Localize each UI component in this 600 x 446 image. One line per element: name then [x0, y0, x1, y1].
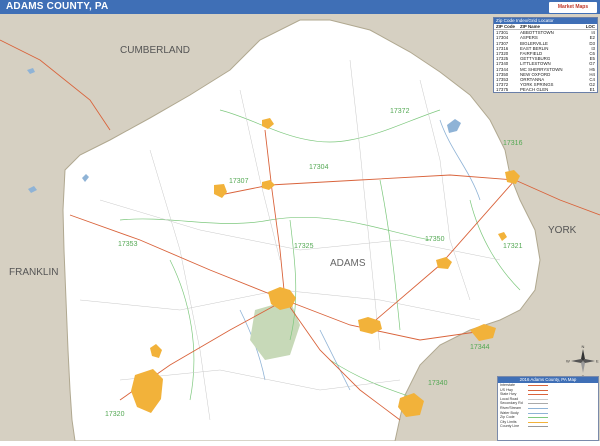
- map-key-swatch: [528, 417, 548, 419]
- zip-label-17350: 17350: [425, 236, 445, 243]
- col-loc: LOC: [585, 24, 595, 29]
- map-key-row: County Line: [498, 424, 598, 429]
- col-zip-code: ZIP Code: [496, 24, 515, 29]
- map-key-label: County Line: [500, 424, 520, 429]
- map-key-swatch: [528, 407, 548, 409]
- zip-code-cell: 17375: [496, 87, 509, 93]
- zip-label-17304: 17304: [309, 164, 329, 171]
- map-key-swatch: [528, 389, 548, 391]
- zip-label-17340: 17340: [428, 380, 448, 387]
- zip-label-17320: 17320: [105, 411, 125, 418]
- brand-logo: Market Maps: [549, 2, 597, 13]
- map-key-swatch: [528, 412, 548, 414]
- zip-index-rows: 17301 ABBOTTSTOWN I4 17304 ASPERS E2 17307 BIGL…: [494, 30, 597, 92]
- map-title: ADAMS COUNTY, PA: [6, 1, 109, 12]
- zip-label-17372: 17372: [390, 108, 410, 115]
- col-zip-name: ZIP Name: [520, 24, 540, 29]
- map-key-swatch: [528, 394, 548, 396]
- map-key-swatch: [528, 385, 548, 386]
- zip-label-17316: 17316: [503, 140, 523, 147]
- zip-label-17344: 17344: [470, 344, 490, 351]
- map-key-rows: Interstate US Hwy State Hwy Local Road Secon…: [498, 383, 598, 429]
- zip-loc-cell: E1: [589, 87, 595, 93]
- map-key-label: Secondary Rd: [500, 401, 523, 406]
- map-key-swatch: [528, 426, 548, 428]
- zip-label-17307: 17307: [229, 178, 249, 185]
- map-key-swatch: [528, 398, 548, 400]
- map-key-label: Zip Code: [500, 415, 515, 420]
- map-key-swatch: [528, 403, 548, 405]
- map-key-label: River/Stream: [500, 405, 521, 410]
- title-bar: ADAMS COUNTY, PA: [0, 0, 600, 14]
- zip-label-17321: 17321: [503, 243, 523, 250]
- zip-name-cell: PEACH GLEN: [520, 87, 549, 93]
- zip-label-17353: 17353: [118, 241, 138, 248]
- map-key-label: City Limits: [500, 419, 517, 424]
- zip-index-legend: Zip Code Index/Grid Locator ZIP Code ZIP…: [493, 17, 598, 93]
- compass-n: N: [582, 344, 585, 349]
- zip-label-17325: 17325: [294, 243, 314, 250]
- label-adams: ADAMS: [330, 258, 366, 269]
- zip-index-row: 17375 PEACH GLEN E1: [494, 87, 597, 92]
- map-key: 2016 Adams County, PA Map Interstate US H…: [497, 376, 599, 441]
- map-key-label: Interstate: [500, 383, 515, 387]
- label-york: YORK: [548, 225, 577, 236]
- brand-logo-text: Market Maps: [557, 4, 589, 10]
- map-key-label: US Hwy: [500, 387, 513, 392]
- map-key-label: Water Body: [500, 410, 519, 415]
- label-franklin: FRANKLIN: [9, 267, 58, 278]
- map-key-label: Local Road: [500, 396, 519, 401]
- map-key-swatch: [528, 421, 548, 423]
- label-cumberland: CUMBERLAND: [120, 45, 190, 56]
- compass-e: E: [596, 359, 599, 364]
- map-key-label: State Hwy: [500, 392, 517, 397]
- compass-w: W: [566, 359, 570, 364]
